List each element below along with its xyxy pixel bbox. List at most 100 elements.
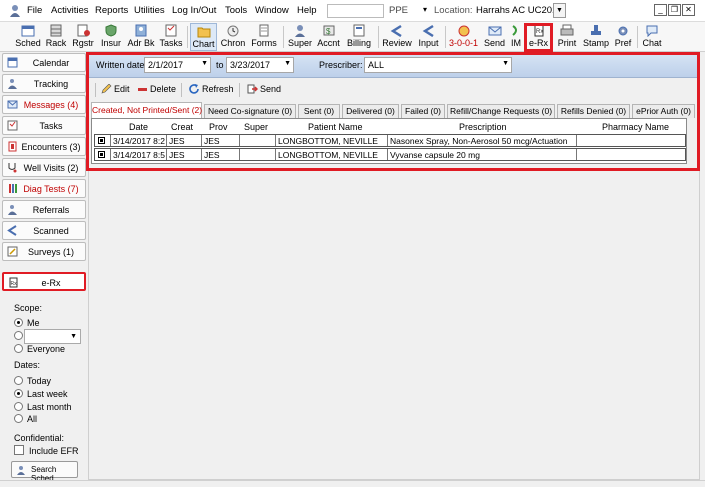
chevron-down-icon: ▼ [502,60,509,67]
cell-date: 3/14/2017 8:2 [113,136,165,146]
toolbar-tasks-button[interactable]: Tasks [158,23,184,51]
sidebar: Calendar Tracking Messages (4) Tasks Enc… [0,52,88,487]
toolbar-pref-button[interactable]: Pref [612,23,634,51]
sidebar-item-surveys[interactable]: Surveys (1) [2,242,86,261]
toolbar-separator [637,26,638,48]
toolbar-chron-button[interactable]: Chron [219,23,247,51]
toolbar-chart-button[interactable]: Chart [190,23,217,51]
dates-today-label: Today [27,376,52,386]
send-button[interactable]: Send [247,84,281,94]
ppe-selector[interactable]: PPE [389,5,408,16]
restore-button[interactable]: ❐ [668,4,681,16]
toolbar-forms-button[interactable]: Forms [249,23,279,51]
toolbar-input-button[interactable]: Input [415,23,442,51]
sidebar-item-tracking[interactable]: Tracking [2,74,86,93]
toolbar-rgstr-button[interactable]: Rgstr [70,23,96,51]
tab-refills-denied[interactable]: Refills Denied (0) [557,104,630,118]
toolbar-print-button[interactable]: Print [555,23,579,51]
toolbar-erx-button[interactable]: Rx e-Rx [526,23,551,51]
sidebar-item-scanned[interactable]: Scanned [2,221,86,240]
menu-log-in-out[interactable]: Log In/Out [172,5,216,16]
search-sched-button[interactable]: Search Sched [11,461,78,483]
chevron-down-icon: ▾ [423,5,428,14]
table-row[interactable]: 3/14/2017 8:2 JES JES LONGBOTTOM, NEVILL… [94,134,686,147]
prescriber-select[interactable]: ALL ▼ [364,57,512,73]
column-header-date[interactable]: Date [129,122,148,132]
tab-failed[interactable]: Failed (0) [401,104,445,118]
tab-refill-change-requests[interactable]: Refill/Change Requests (0) [447,104,555,118]
scope-provider-select[interactable]: ▼ [24,329,81,344]
sidebar-item-encounters[interactable]: Encounters (3) [2,137,86,156]
sidebar-item-well-visits[interactable]: Well Visits (2) [2,158,86,177]
address-book-icon [135,24,147,37]
menu-file[interactable]: File [27,5,42,16]
from-date-field[interactable]: 2/1/2017 ▼ [144,57,211,73]
close-button[interactable]: ✕ [682,4,695,16]
pencil-icon [101,84,112,94]
to-date-field[interactable]: 3/23/2017 ▼ [226,57,294,73]
dates-last-week-radio[interactable] [14,389,23,398]
toolbar-im-button[interactable]: IM [508,23,524,51]
menu-help[interactable]: Help [297,5,317,16]
scope-me-radio[interactable] [14,318,23,327]
dates-all-label: All [27,414,38,424]
table-row[interactable]: 3/14/2017 8:5 JES JES LONGBOTTOM, NEVILL… [94,148,686,161]
toolbar-stamp-button[interactable]: Stamp [582,23,610,51]
tab-created-not-printed[interactable]: Created, Not Printed/Sent (2) [91,102,202,118]
tab-eprior-auth[interactable]: ePrior Auth (0) [632,104,695,118]
menu-tools[interactable]: Tools [225,5,247,16]
dates-all-radio[interactable] [14,414,23,423]
dates-today-radio[interactable] [14,376,23,385]
column-header-patient-name[interactable]: Patient Name [308,122,363,132]
edit-button[interactable]: Edit [101,84,130,94]
toolbar-chat-button[interactable]: Chat [640,23,664,51]
toolbar-insur-button[interactable]: Insur [98,23,124,51]
toolbar-billing-button[interactable]: Billing [344,23,374,51]
menu-utilities[interactable]: Utilities [134,5,165,16]
sidebar-item-erx[interactable]: Rx e-Rx [2,272,86,291]
toolbar-super-button[interactable]: Super [287,23,313,51]
column-header-super[interactable]: Super [244,122,268,132]
toolbar-send-button[interactable]: Send [482,23,507,51]
toolbar-review-button[interactable]: Review [382,23,412,51]
send-icon [247,84,258,94]
refresh-button[interactable]: Refresh [189,84,234,94]
scope-everyone-radio[interactable] [14,344,23,353]
scope-provider-radio[interactable] [14,331,23,340]
column-header-prov[interactable]: Prov [209,122,228,132]
column-header-creat[interactable]: Creat [171,122,193,132]
filter-bar: Written date: 2/1/2017 ▼ to 3/23/2017 ▼ Pr… [89,53,699,78]
delete-icon [138,88,147,91]
toolbar-sched-button[interactable]: Sched [14,23,42,51]
svg-text:Rx: Rx [11,281,18,287]
toolbar-3001-button[interactable]: 3-0-0-1 [448,23,479,51]
sidebar-item-messages[interactable]: Messages (4) [2,95,86,114]
menu-window[interactable]: Window [255,5,289,16]
tab-sent[interactable]: Sent (0) [298,104,340,118]
chart-folder-icon [197,27,210,38]
row-select-checkbox[interactable] [98,137,105,144]
send-icon [488,26,501,36]
sidebar-item-referrals[interactable]: Referrals [2,200,86,219]
minimize-button[interactable]: _ [654,4,667,16]
sidebar-item-tasks[interactable]: Tasks [2,116,86,135]
column-header-pharmacy-name[interactable]: Pharmacy Name [602,122,669,132]
toolbar-adr-bk-button[interactable]: Adr Bk [126,23,156,51]
toolbar-rack-button[interactable]: Rack [44,23,68,51]
delete-button[interactable]: Delete [137,84,176,94]
tab-need-co-signature[interactable]: Need Co-signature (0) [204,104,296,118]
menu-reports[interactable]: Reports [95,5,128,16]
cell-prescription: Nasonex Spray, Non-Aerosol 50 mcg/Actuat… [390,136,568,146]
billing-icon [353,24,365,37]
column-header-prescription[interactable]: Prescription [459,122,507,132]
menu-activities[interactable]: Activities [51,5,88,16]
dates-last-month-radio[interactable] [14,402,23,411]
row-select-checkbox[interactable] [98,151,105,158]
quick-search-input[interactable] [327,4,384,18]
tab-delivered[interactable]: Delivered (0) [342,104,399,118]
sidebar-item-calendar[interactable]: Calendar [2,53,86,72]
location-dropdown-button[interactable]: ▼ [553,3,566,18]
toolbar-accnt-button[interactable]: $ Accnt [315,23,342,51]
include-efr-checkbox[interactable] [14,445,24,455]
sidebar-item-diag-tests[interactable]: Diag Tests (7) [2,179,86,198]
